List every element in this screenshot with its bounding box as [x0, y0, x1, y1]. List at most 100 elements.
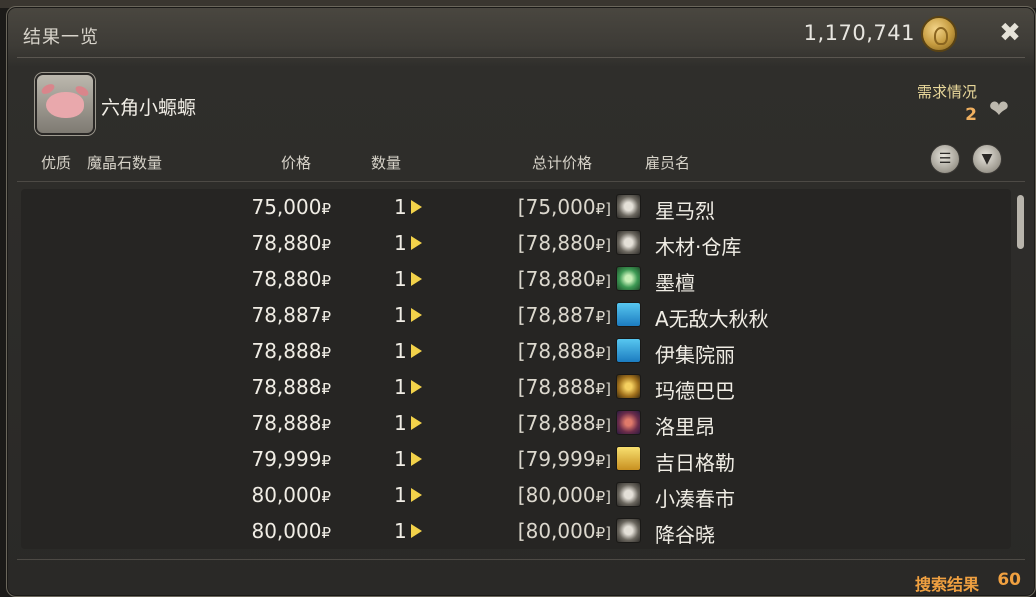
scrollbar[interactable] [1017, 191, 1025, 551]
total-suffix: ₽] [595, 344, 611, 362]
quantity-cell: 1 [394, 339, 407, 363]
listing-table: 75,000₽ 1 [75,000₽] 星马烈 78,880₽ 1 [78,880₽] 木材·… [21, 189, 1011, 549]
heart-icon[interactable]: ❤ [989, 95, 1009, 123]
table-row[interactable]: 78,880₽ 1 [78,880₽] 木材·仓库 [21, 225, 1011, 261]
search-results-label: 搜索结果 [914, 575, 979, 594]
quantity-cell: 1 [394, 483, 407, 507]
play-arrow-icon [411, 344, 422, 358]
quantity-cell: 1 [394, 411, 407, 435]
yellow-city-icon [616, 446, 641, 471]
play-arrow-icon [411, 236, 422, 250]
silver-city-icon [616, 230, 641, 255]
currency-symbol: ₽ [321, 236, 331, 254]
sort-button[interactable]: ☰ [930, 144, 960, 174]
table-row[interactable]: 75,000₽ 1 [75,000₽] 星马烈 [21, 189, 1011, 225]
item-header: 六角小螈螈 需求情况 2 ❤ [7, 59, 1035, 139]
currency-symbol: ₽ [321, 524, 331, 542]
total-cell: [79,999₽] [517, 447, 611, 471]
price-cell: 78,887₽ [251, 303, 331, 327]
column-header-materia[interactable]: 魔晶石数量 [87, 152, 162, 173]
play-arrow-icon [411, 380, 422, 394]
retainer-name: 洛里昂 [655, 415, 715, 439]
quantity-cell: 1 [394, 195, 407, 219]
price-cell: 80,000₽ [251, 519, 331, 543]
currency-symbol: ₽ [321, 308, 331, 326]
column-header-quantity[interactable]: 数量 [371, 152, 401, 173]
retainer-name: 木材·仓库 [655, 235, 742, 259]
retainer-name: A无敌大秋秋 [655, 307, 769, 331]
filter-button[interactable]: ▼ [972, 144, 1002, 174]
total-suffix: ₽] [595, 272, 611, 290]
total-cell: [78,888₽] [517, 375, 611, 399]
play-arrow-icon [411, 452, 422, 466]
table-row[interactable]: 78,887₽ 1 [78,887₽] A无敌大秋秋 [21, 297, 1011, 333]
green-city-icon [616, 266, 641, 291]
column-header-hq[interactable]: 优质 [41, 152, 71, 173]
retainer-name: 伊集院丽 [655, 343, 735, 367]
column-header-total[interactable]: 总计价格 [532, 152, 592, 173]
quantity-cell: 1 [394, 375, 407, 399]
table-row[interactable]: 78,888₽ 1 [78,888₽] 玛德巴巴 [21, 369, 1011, 405]
retainer-name: 墨檀 [655, 271, 695, 295]
red-city-icon [616, 410, 641, 435]
table-row[interactable]: 78,888₽ 1 [78,888₽] 伊集院丽 [21, 333, 1011, 369]
price-cell: 78,880₽ [251, 231, 331, 255]
currency-symbol: ₽ [321, 416, 331, 434]
currency-symbol: ₽ [321, 380, 331, 398]
total-cell: [75,000₽] [517, 195, 611, 219]
price-cell: 78,888₽ [251, 339, 331, 363]
list-icon: ☰ [938, 151, 952, 167]
silver-city-icon [616, 482, 641, 507]
cyan-city-icon [616, 338, 641, 363]
play-arrow-icon [411, 272, 422, 286]
total-cell: [78,880₽] [517, 267, 611, 291]
column-header-retainer[interactable]: 雇员名 [645, 152, 690, 173]
scroll-thumb[interactable] [1017, 195, 1024, 249]
table-row[interactable]: 80,000₽ 1 [80,000₽] 小凑春市 [21, 477, 1011, 513]
retainer-name: 吉日格勒 [655, 451, 735, 475]
price-cell: 75,000₽ [251, 195, 331, 219]
table-row[interactable]: 80,000₽ 1 [80,000₽] 降谷晓 [21, 513, 1011, 549]
total-cell: [78,880₽] [517, 231, 611, 255]
silver-city-icon [616, 194, 641, 219]
window-title: 结果一览 [23, 27, 99, 48]
retainer-name: 玛德巴巴 [655, 379, 735, 403]
filter-icon: ▼ [981, 151, 993, 167]
titlebar: 结果一览 1,170,741 ✖ [7, 7, 1035, 57]
demand-value: 2 [965, 105, 977, 125]
cyan-city-icon [616, 302, 641, 327]
quantity-cell: 1 [394, 519, 407, 543]
quantity-cell: 1 [394, 231, 407, 255]
gil-amount: 1,170,741 [803, 21, 915, 45]
table-row[interactable]: 78,888₽ 1 [78,888₽] 洛里昂 [21, 405, 1011, 441]
price-cell: 80,000₽ [251, 483, 331, 507]
quantity-cell: 1 [394, 267, 407, 291]
quantity-cell: 1 [394, 303, 407, 327]
play-arrow-icon [411, 524, 422, 538]
total-suffix: ₽] [595, 524, 611, 542]
total-cell: [80,000₽] [517, 519, 611, 543]
total-suffix: ₽] [595, 380, 611, 398]
table-row[interactable]: 78,880₽ 1 [78,880₽] 墨檀 [21, 261, 1011, 297]
total-suffix: ₽] [595, 416, 611, 434]
axolotl-item-icon[interactable] [35, 73, 95, 135]
gil-coin-icon [921, 16, 957, 52]
total-suffix: ₽] [595, 200, 611, 218]
divider [17, 181, 1025, 182]
price-cell: 78,888₽ [251, 375, 331, 399]
currency-symbol: ₽ [321, 272, 331, 290]
close-button[interactable]: ✖ [993, 16, 1027, 50]
play-arrow-icon [411, 200, 422, 214]
silver-city-icon [616, 518, 641, 543]
total-suffix: ₽] [595, 452, 611, 470]
price-cell: 79,999₽ [251, 447, 331, 471]
total-cell: [78,888₽] [517, 411, 611, 435]
total-suffix: ₽] [595, 308, 611, 326]
retainer-name: 星马烈 [655, 199, 715, 223]
currency-symbol: ₽ [321, 452, 331, 470]
play-arrow-icon [411, 416, 422, 430]
total-cell: [80,000₽] [517, 483, 611, 507]
table-row[interactable]: 79,999₽ 1 [79,999₽] 吉日格勒 [21, 441, 1011, 477]
column-header-price[interactable]: 价格 [281, 152, 311, 173]
total-suffix: ₽] [595, 236, 611, 254]
